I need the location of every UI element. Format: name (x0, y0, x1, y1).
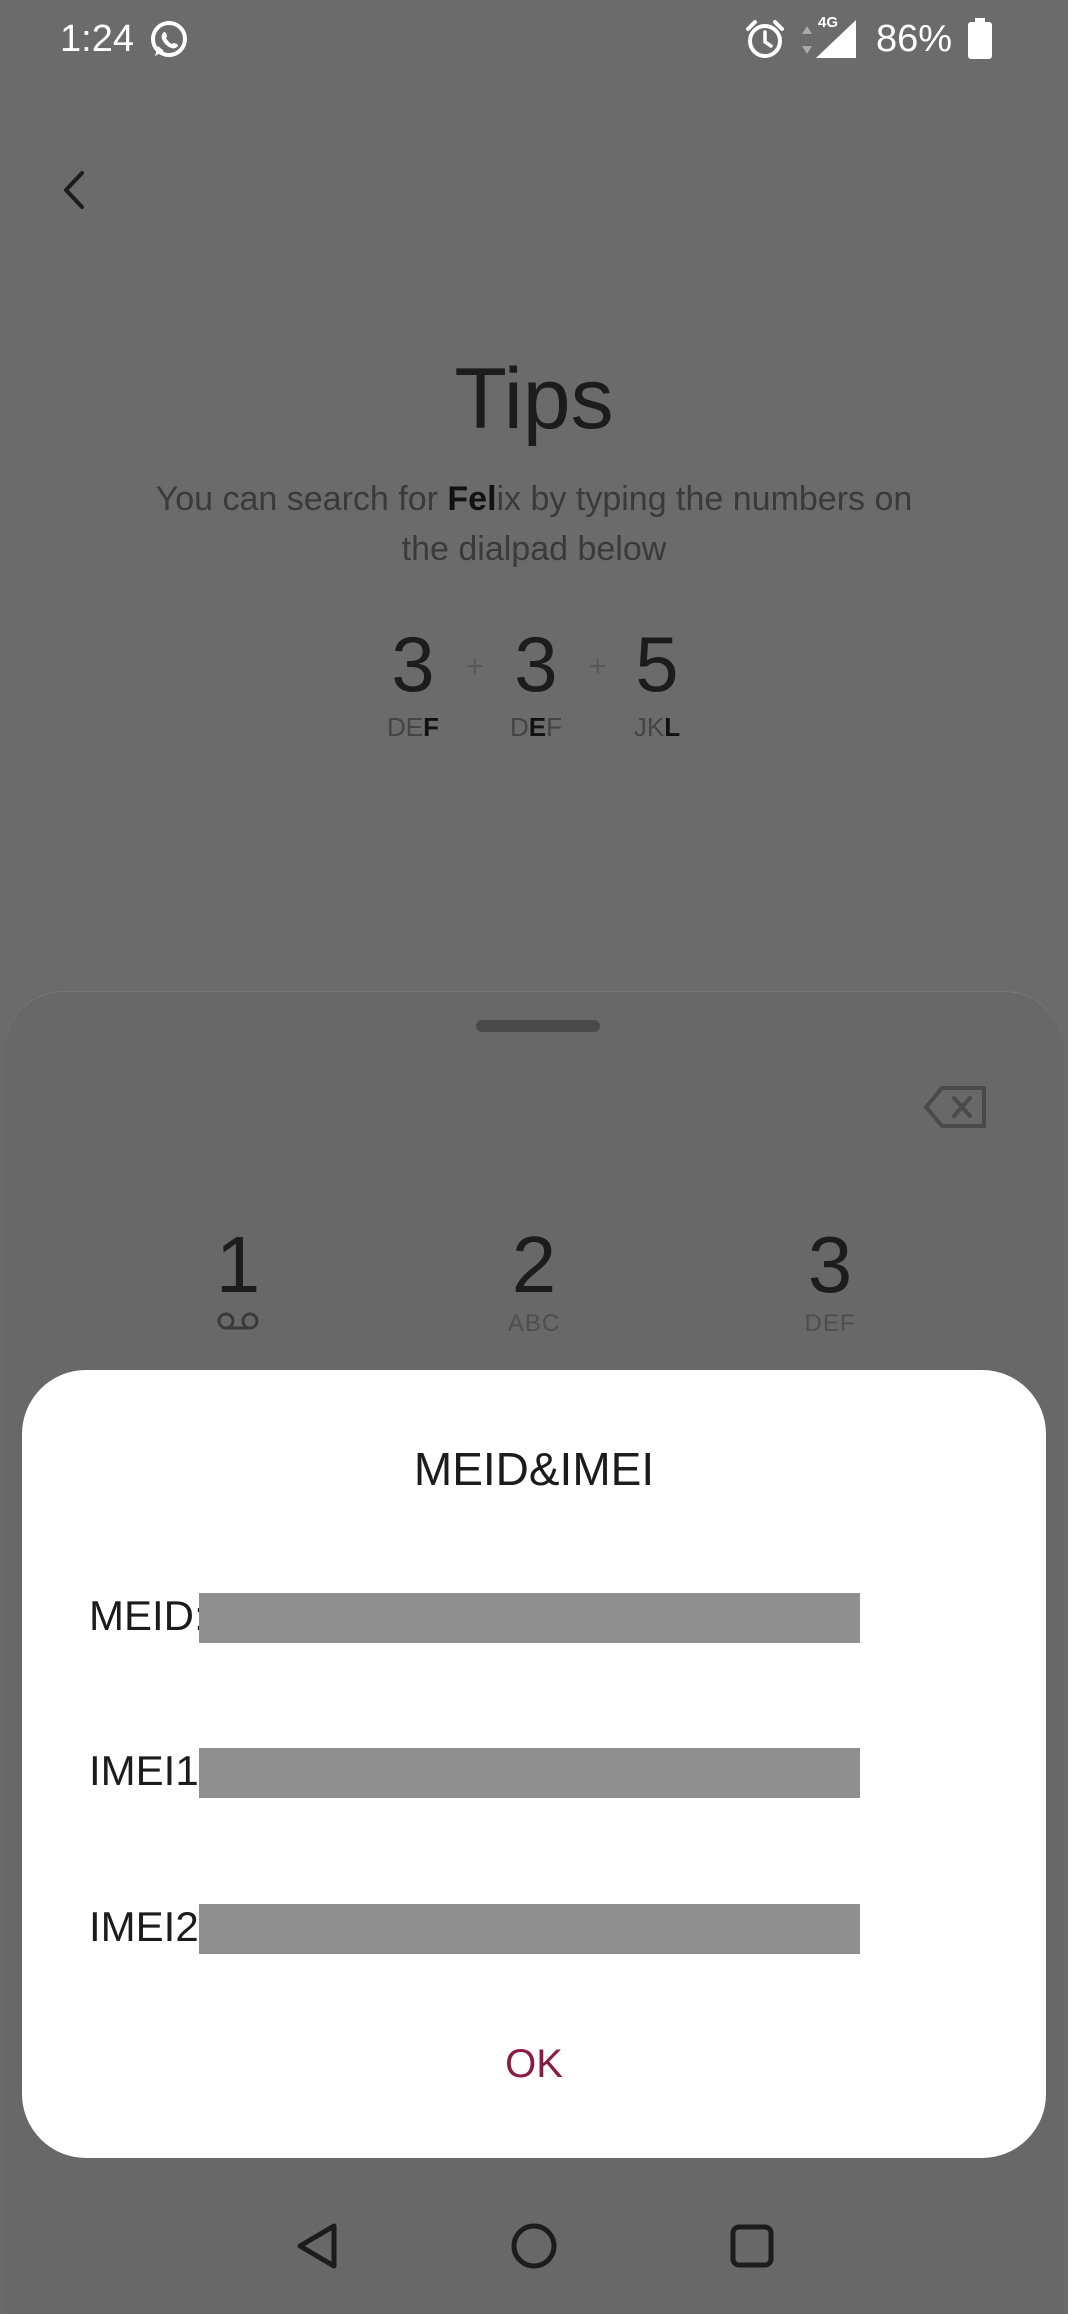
dialpad-key-3[interactable]: 3 DEF (730, 1220, 930, 1340)
sheet-drag-handle[interactable] (476, 1020, 600, 1032)
letters-highlight: L (664, 712, 681, 742)
nav-back-icon[interactable] (290, 2216, 350, 2276)
letters-highlight: F (423, 712, 439, 742)
battery-percent: 86% (876, 18, 953, 60)
dialpad-key-1[interactable]: 1 (138, 1220, 338, 1340)
nav-recents-icon[interactable] (722, 2216, 782, 2276)
battery-icon (968, 18, 992, 59)
network-type-label: 4G (818, 14, 839, 31)
status-time: 1:24 (60, 18, 134, 60)
imei1-label: IMEI1: (89, 1747, 211, 1794)
letters-plain: JK (633, 712, 665, 742)
alarm-icon (746, 20, 784, 58)
dialpad-key-2[interactable]: 2 ABC (434, 1220, 634, 1340)
example-digit-letters: DEF (353, 712, 473, 743)
example-digit-number: 3 (391, 620, 435, 708)
letters-plain: D (509, 712, 529, 742)
key-number: 1 (215, 1220, 261, 1309)
letters-highlight: E (528, 712, 547, 742)
meid-imei-dialog: MEID&IMEI MEID: IMEI1: IMEI2: OK (22, 1370, 1046, 2158)
example-digit-letters: DEF (476, 712, 596, 743)
example-digit: 3 DEF (476, 620, 596, 743)
meid-value-redacted (199, 1593, 860, 1643)
letters-plain: DE (386, 712, 424, 742)
navigation-bar (0, 2180, 1068, 2314)
imei2-label: IMEI2: (89, 1903, 211, 1950)
tips-description: You can search for Felix by typing the n… (150, 474, 918, 574)
voicemail-icon (217, 1312, 259, 1330)
dialog-title: MEID&IMEI (413, 1443, 655, 1495)
letters-tail: F (546, 712, 562, 742)
tips-description-text: You can search for (155, 480, 448, 518)
example-digit-letters: JKL (597, 712, 717, 743)
back-button[interactable] (50, 165, 100, 215)
imei2-value-redacted (199, 1904, 860, 1954)
key-letters: DEF (804, 1310, 856, 1337)
tips-description-highlight: Fel (447, 480, 497, 518)
nav-home-icon[interactable] (504, 2216, 564, 2276)
key-voicemail (138, 1310, 338, 1340)
status-bar: 1:24 4G 86% (0, 0, 1068, 80)
meid-label: MEID: (89, 1592, 206, 1639)
key-letters: ABC (507, 1310, 561, 1337)
key-number: 2 (511, 1220, 557, 1309)
whatsapp-icon (151, 21, 187, 57)
imei1-value-redacted (199, 1748, 860, 1798)
example-digit-number: 3 (514, 620, 558, 708)
key-number: 3 (807, 1220, 853, 1309)
example-digit: 5 JKL (597, 620, 717, 743)
ok-button[interactable]: OK (434, 2042, 634, 2087)
backspace-icon[interactable] (924, 1084, 988, 1130)
example-digit: 3 DEF (353, 620, 473, 743)
example-digit-sequence: 3 DEF + 3 DEF + 5 JKL (0, 620, 1068, 750)
example-digit-number: 5 (635, 620, 679, 708)
tips-title: Tips (454, 351, 614, 447)
